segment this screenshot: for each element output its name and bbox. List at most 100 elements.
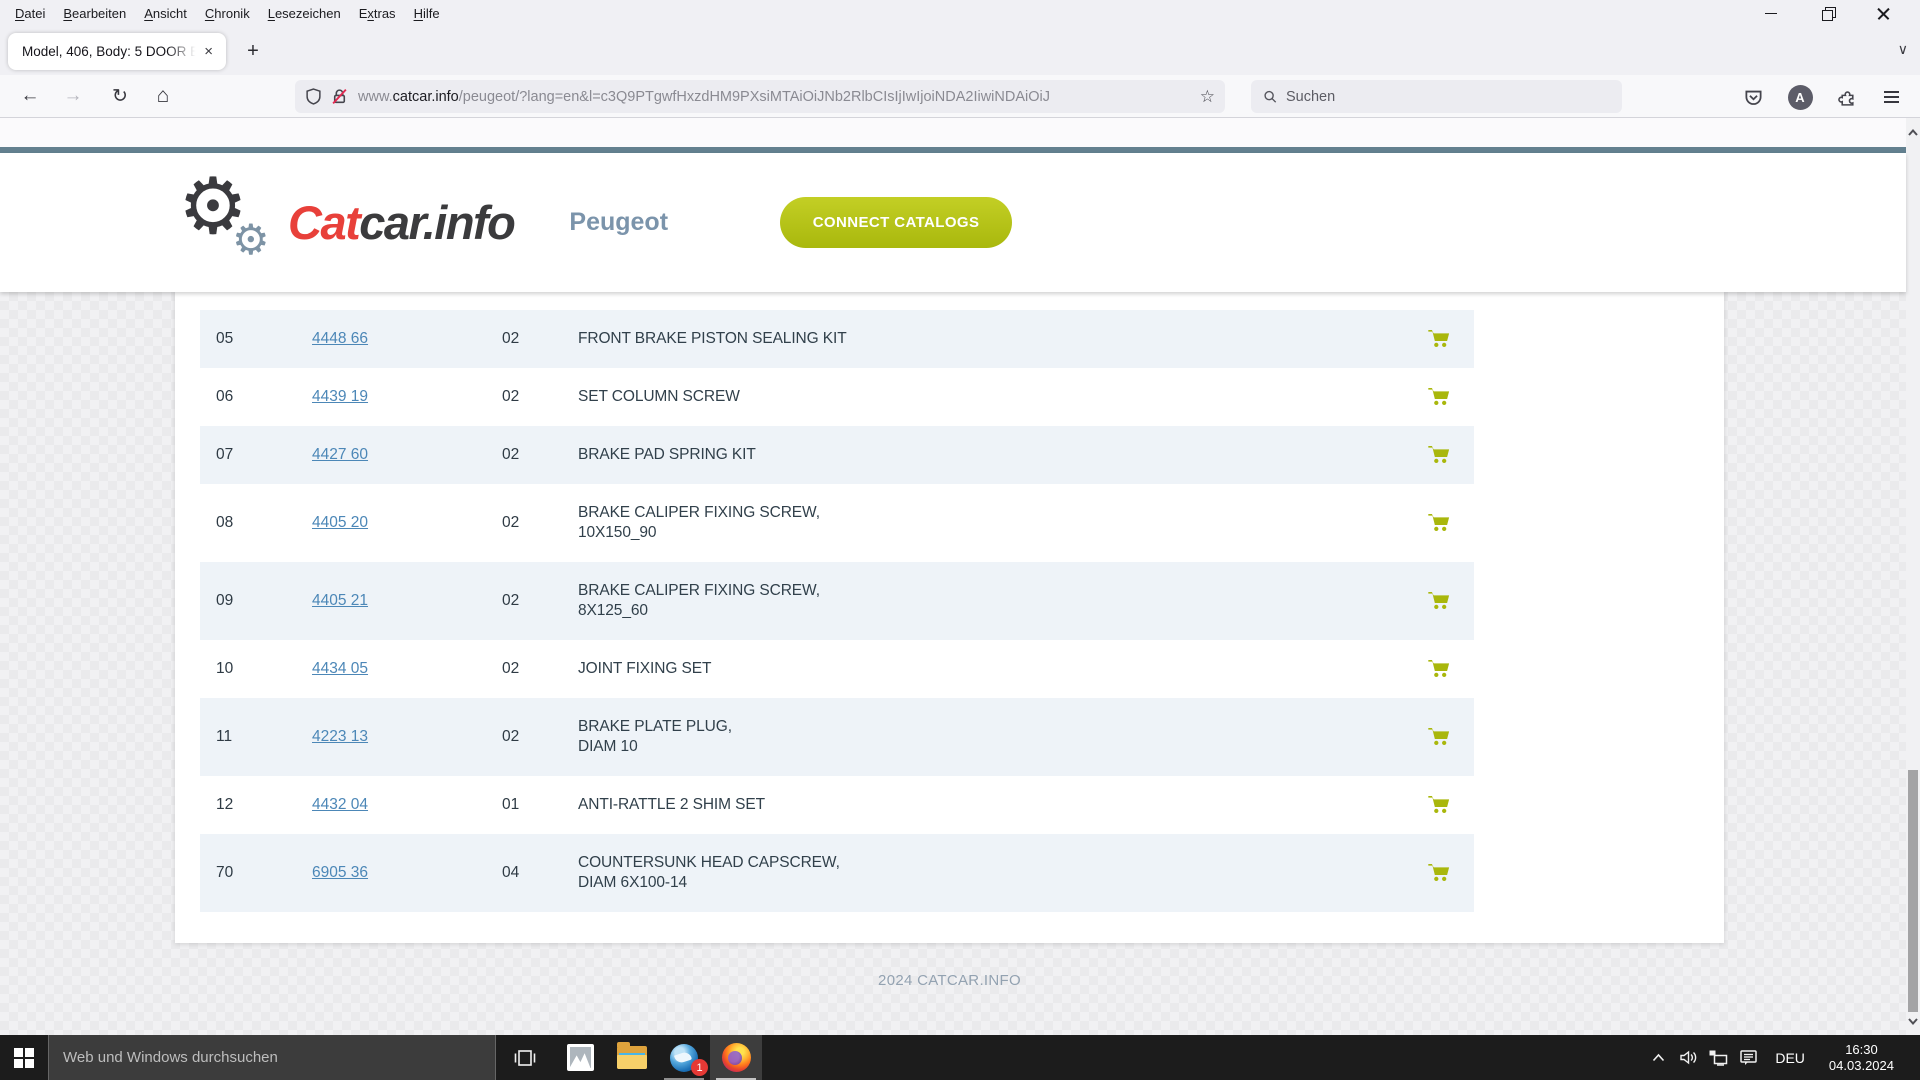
taskbar-search[interactable] — [48, 1035, 496, 1080]
windows-logo-icon — [14, 1048, 34, 1068]
back-icon[interactable]: ← — [15, 82, 45, 110]
home-icon[interactable]: ⌂ — [148, 82, 178, 110]
browser-tab[interactable]: Model, 406, Body: 5 DOOR ESTATE / × — [8, 33, 226, 70]
add-to-cart-icon[interactable] — [1404, 384, 1474, 411]
close-icon[interactable] — [1868, 3, 1898, 25]
new-tab-button[interactable]: + — [240, 40, 266, 63]
quantity: 04 — [502, 864, 578, 882]
list-tabs-icon[interactable]: ∨ — [1898, 41, 1908, 58]
logo-text: Catcar.info — [288, 195, 514, 250]
scroll-down-icon[interactable] — [1906, 1013, 1920, 1029]
browser-search-bar[interactable] — [1251, 80, 1622, 113]
menu-bar: Datei Bearbeiten Ansicht Chronik Lesezei… — [0, 0, 449, 27]
part-description: SET COLUMN SCREW — [578, 368, 1404, 426]
avatar: A — [1788, 85, 1813, 110]
table-row: 12 4432 04 01 ANTI-RATTLE 2 SHIM SET — [200, 776, 1474, 834]
part-number-link[interactable]: 4439 19 — [312, 388, 502, 406]
part-number-link[interactable]: 4448 66 — [312, 330, 502, 348]
pocket-icon[interactable] — [1738, 83, 1768, 111]
network-icon[interactable] — [1705, 1035, 1731, 1080]
account-icon[interactable]: A — [1785, 83, 1815, 111]
lock-insecure-icon[interactable] — [331, 88, 348, 105]
search-icon — [1263, 89, 1277, 104]
page-top-strip — [0, 118, 1906, 147]
taskbar-photos-icon[interactable] — [554, 1035, 606, 1080]
menu-item[interactable]: Extras — [350, 0, 405, 27]
position-number: 70 — [216, 864, 312, 882]
scroll-up-icon[interactable] — [1906, 124, 1920, 140]
part-number-link[interactable]: 4427 60 — [312, 446, 502, 464]
menu-item[interactable]: Datei — [6, 0, 54, 27]
clock[interactable]: 16:30 04.03.2024 — [1819, 1042, 1904, 1074]
taskbar: 1 DEU 16:30 04.03.2024 — [0, 1035, 1920, 1080]
part-description: BRAKE PLATE PLUG, DIAM 10 — [578, 698, 1404, 776]
action-center-icon[interactable] — [1735, 1035, 1761, 1080]
browser-search-input[interactable] — [1286, 89, 1610, 105]
gears-icon: ⚙ ⚙ — [178, 171, 280, 275]
add-to-cart-icon[interactable] — [1404, 656, 1474, 683]
taskbar-thunderbird-icon[interactable]: 1 — [658, 1035, 710, 1080]
menu-item[interactable]: Hilfe — [405, 0, 449, 27]
restore-icon[interactable] — [1812, 3, 1842, 25]
position-number: 12 — [216, 796, 312, 814]
connect-catalogs-button[interactable]: CONNECT CATALOGS — [780, 197, 1012, 248]
forward-icon[interactable]: → — [58, 82, 88, 110]
reload-icon[interactable]: ↻ — [105, 82, 135, 110]
date: 04.03.2024 — [1829, 1058, 1894, 1074]
menu-item[interactable]: Ansicht — [135, 0, 196, 27]
menu-hamburger-icon[interactable] — [1876, 83, 1906, 111]
part-number-link[interactable]: 4405 21 — [312, 592, 502, 610]
table-row: 07 4427 60 02 BRAKE PAD SPRING KIT — [200, 426, 1474, 484]
site-logo[interactable]: ⚙ ⚙ Catcar.info — [178, 171, 514, 275]
scrollbar[interactable] — [1906, 118, 1920, 1035]
part-number-link[interactable]: 6905 36 — [312, 864, 502, 882]
table-row: 06 4439 19 02 SET COLUMN SCREW — [200, 368, 1474, 426]
part-description: BRAKE CALIPER FIXING SCREW, 8X125_60 — [578, 562, 1404, 640]
tab-close-icon[interactable]: × — [199, 41, 218, 62]
menu-item[interactable]: Bearbeiten — [54, 0, 135, 27]
window-titlebar: Datei Bearbeiten Ansicht Chronik Lesezei… — [0, 0, 1920, 27]
task-view-icon[interactable] — [496, 1035, 554, 1080]
add-to-cart-icon[interactable] — [1404, 792, 1474, 819]
position-number: 10 — [216, 660, 312, 678]
language-indicator[interactable]: DEU — [1765, 1050, 1815, 1066]
part-description: ANTI-RATTLE 2 SHIM SET — [578, 776, 1404, 834]
menu-item[interactable]: Lesezeichen — [259, 0, 350, 27]
taskbar-file-explorer-icon[interactable] — [606, 1035, 658, 1080]
table-row: 11 4223 13 02 BRAKE PLATE PLUG, DIAM 10 — [200, 698, 1474, 776]
volume-icon[interactable] — [1675, 1035, 1701, 1080]
part-number-link[interactable]: 4432 04 — [312, 796, 502, 814]
add-to-cart-icon[interactable] — [1404, 860, 1474, 887]
url-text: www.catcar.info/peugeot/?lang=en&l=c3Q9P… — [358, 89, 1192, 105]
part-description: JOINT FIXING SET — [578, 640, 1404, 698]
add-to-cart-icon[interactable] — [1404, 588, 1474, 615]
table-row: 05 4448 66 02 FRONT BRAKE PISTON SEALING… — [200, 310, 1474, 368]
part-number-link[interactable]: 4434 05 — [312, 660, 502, 678]
position-number: 06 — [216, 388, 312, 406]
add-to-cart-icon[interactable] — [1404, 442, 1474, 469]
add-to-cart-icon[interactable] — [1404, 724, 1474, 751]
shield-icon[interactable] — [305, 88, 322, 105]
add-to-cart-icon[interactable] — [1404, 326, 1474, 353]
scrollbar-thumb[interactable] — [1908, 770, 1918, 1012]
taskbar-firefox-icon[interactable] — [710, 1035, 762, 1080]
tray-chevron-up-icon[interactable] — [1645, 1035, 1671, 1080]
part-description: COUNTERSUNK HEAD CAPSCREW, DIAM 6X100-14 — [578, 834, 1404, 912]
minimize-icon[interactable] — [1756, 3, 1786, 25]
bookmark-star-icon[interactable]: ☆ — [1200, 87, 1215, 107]
part-number-link[interactable]: 4405 20 — [312, 514, 502, 532]
tab-title: Model, 406, Body: 5 DOOR ESTATE / — [22, 44, 199, 59]
position-number: 09 — [216, 592, 312, 610]
position-number: 08 — [216, 514, 312, 532]
position-number: 05 — [216, 330, 312, 348]
start-button[interactable] — [0, 1035, 48, 1080]
menu-item[interactable]: Chronik — [196, 0, 259, 27]
address-bar[interactable]: www.catcar.info/peugeot/?lang=en&l=c3Q9P… — [295, 80, 1225, 113]
extensions-puzzle-icon[interactable] — [1832, 83, 1862, 111]
part-number-link[interactable]: 4223 13 — [312, 728, 502, 746]
quantity: 02 — [502, 514, 578, 532]
site-footer: 2024 CATCAR.INFO — [175, 972, 1724, 989]
parts-table: 05 4448 66 02 FRONT BRAKE PISTON SEALING… — [200, 310, 1474, 912]
taskbar-search-input[interactable] — [63, 1049, 495, 1066]
add-to-cart-icon[interactable] — [1404, 510, 1474, 537]
